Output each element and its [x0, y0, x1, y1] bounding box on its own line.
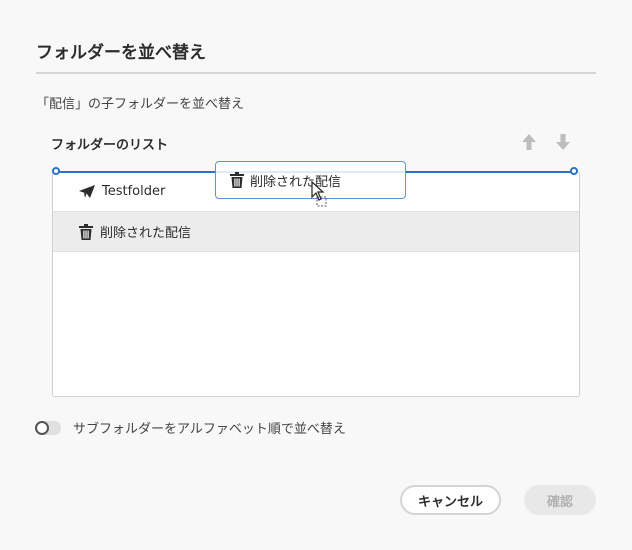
alphabetical-sort-toggle[interactable] — [35, 421, 61, 435]
paper-plane-icon — [79, 184, 102, 199]
trash-icon — [79, 223, 100, 240]
folder-item-label: 削除された配信 — [100, 226, 192, 241]
trash-icon — [230, 172, 250, 188]
folder-item[interactable]: 削除された配信 — [53, 212, 579, 252]
cancel-button[interactable]: キャンセル — [400, 485, 501, 515]
title-divider — [36, 72, 596, 74]
toggle-knob — [35, 421, 49, 435]
drop-indicator-start — [52, 167, 60, 175]
confirm-button[interactable]: 確認 — [524, 485, 596, 515]
mouse-cursor-icon — [311, 180, 331, 213]
dialog-title: フォルダーを並べ替え — [36, 43, 206, 63]
folder-list-label: フォルダーのリスト — [51, 138, 169, 153]
alphabetical-sort-label: サブフォルダーをアルファベット順で並べ替え — [73, 422, 346, 437]
arrow-down-icon[interactable] — [555, 133, 571, 151]
arrow-up-icon[interactable] — [521, 133, 537, 151]
dialog-subtitle: 「配信」の子フォルダーを並べ替え — [36, 97, 245, 112]
folder-item-label: Testfolder — [102, 184, 166, 199]
drop-indicator-end — [570, 167, 578, 175]
